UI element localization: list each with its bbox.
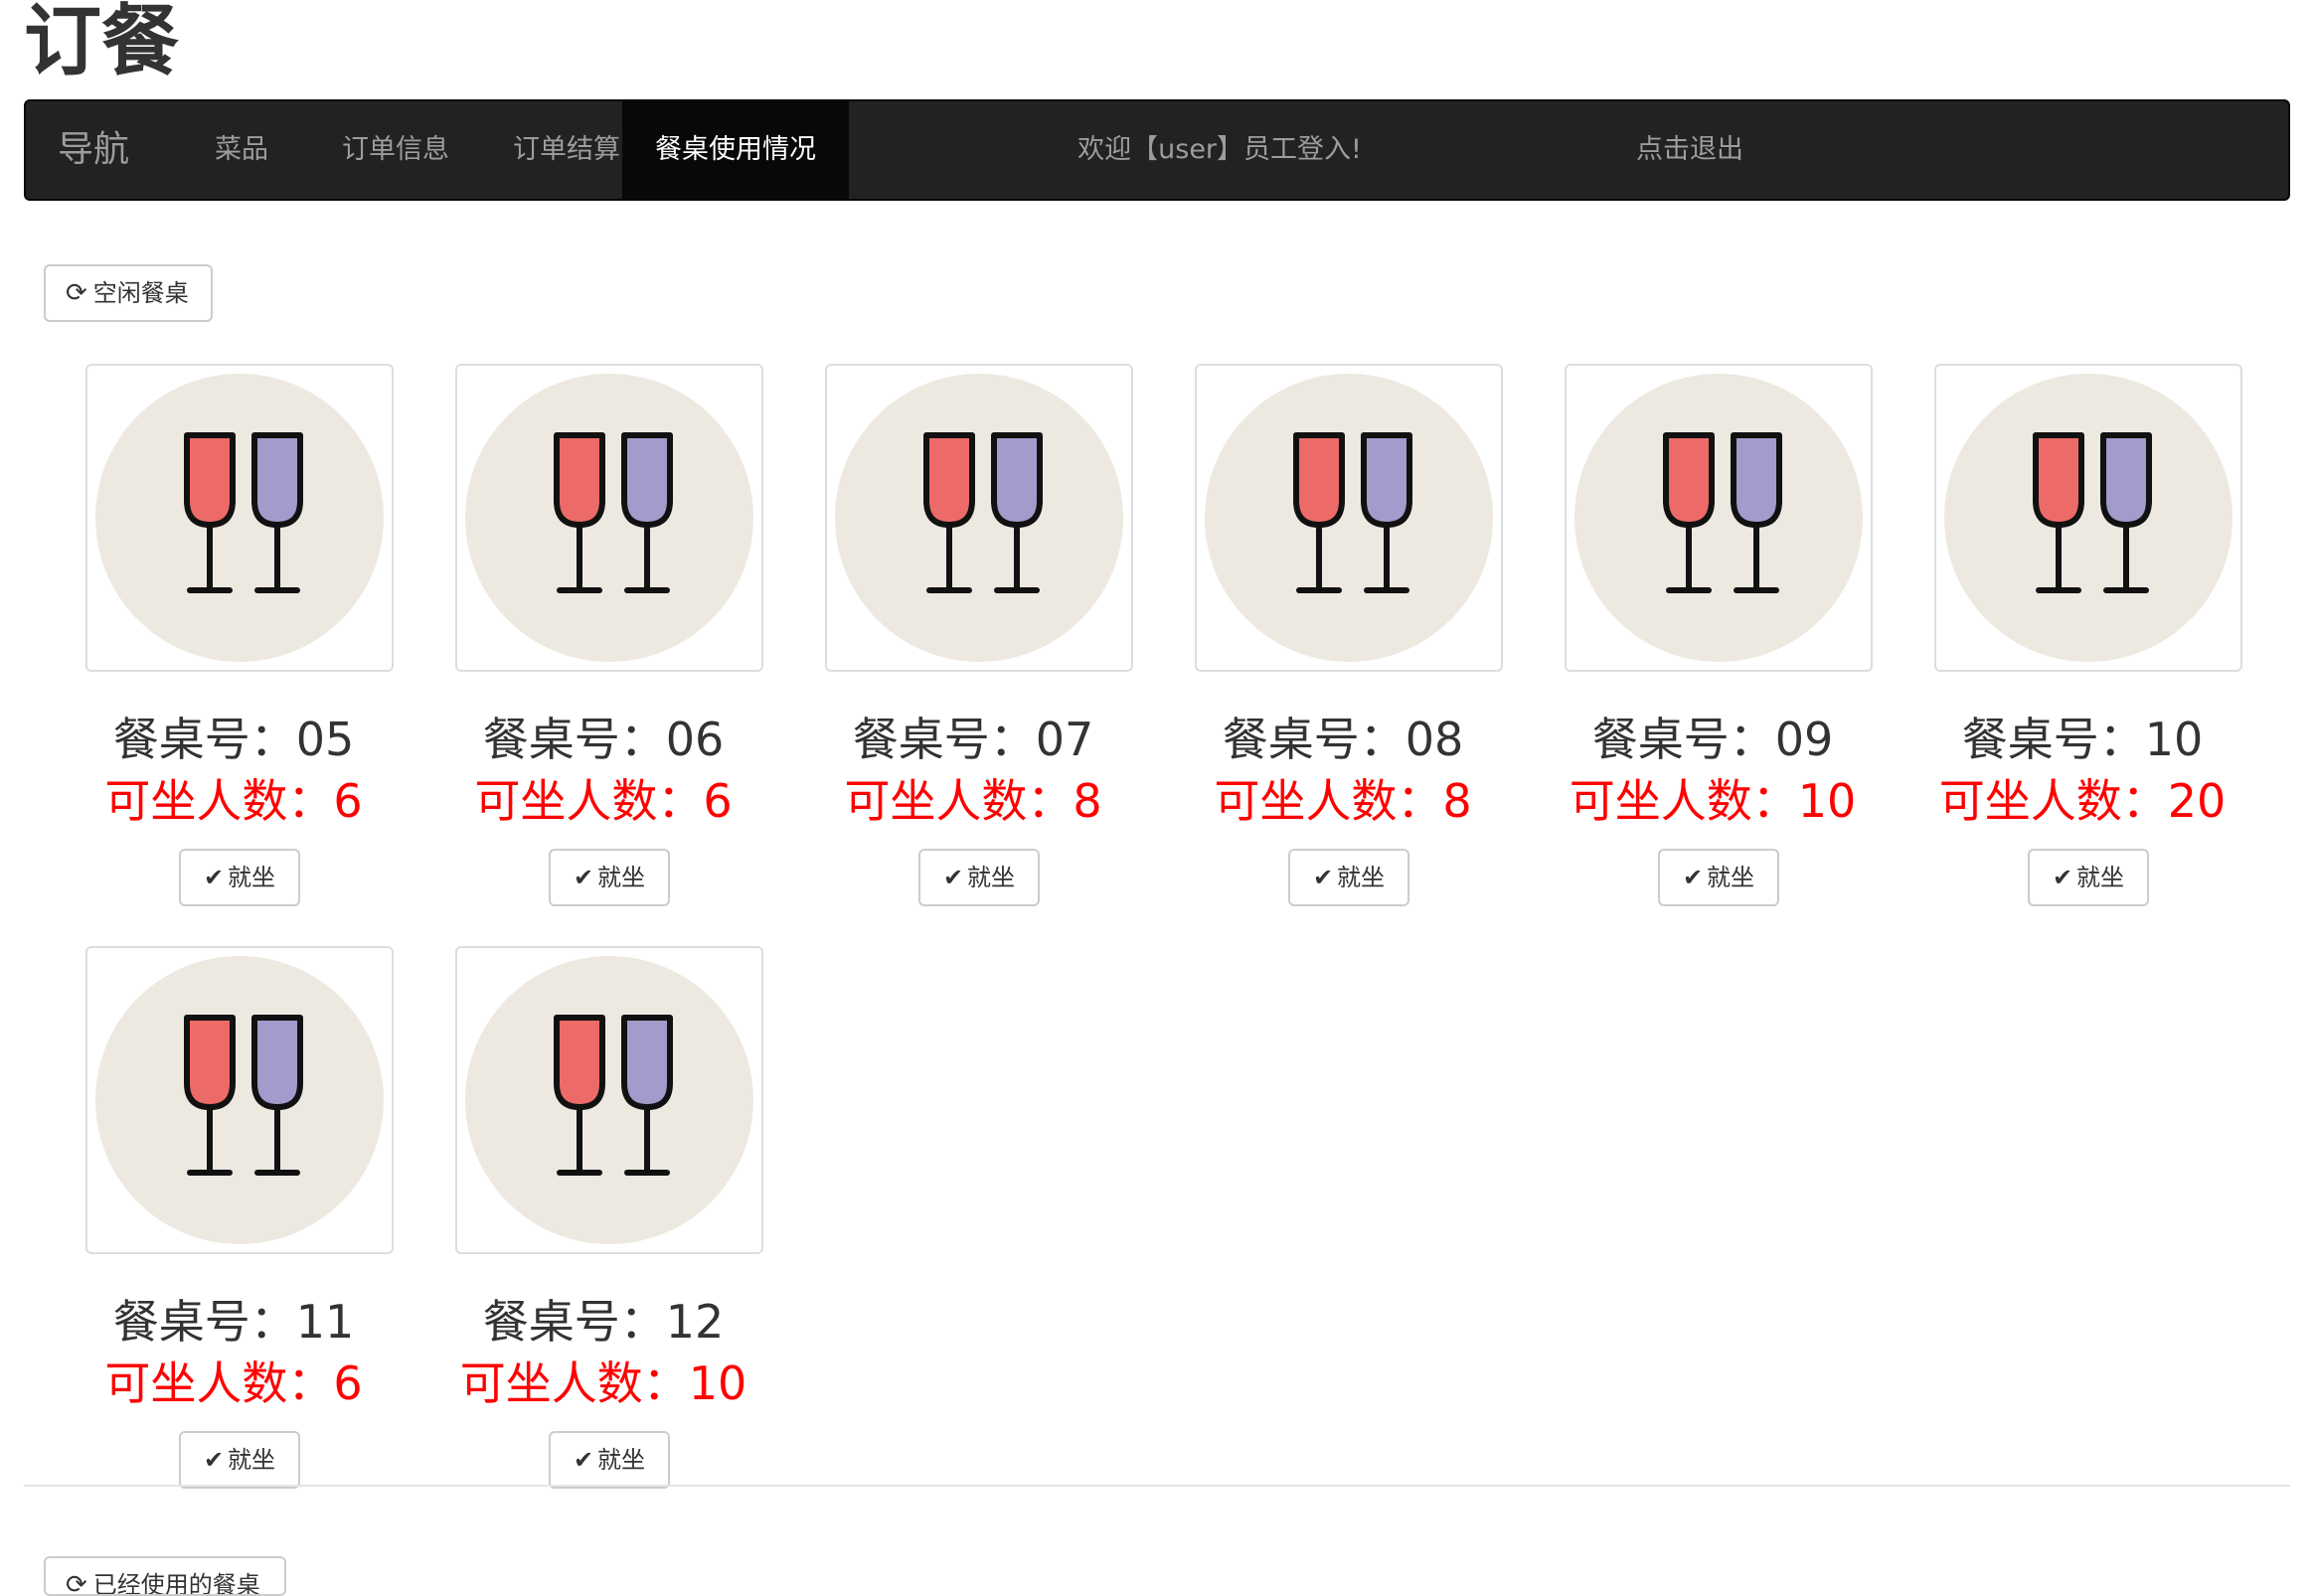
- table-card: 餐桌号：05 可坐人数：6 ✔ 就坐: [50, 364, 417, 940]
- seat-button-label: 就坐: [2076, 864, 2125, 891]
- table-number: 餐桌号：06: [482, 713, 725, 766]
- table-capacity: 可坐人数：10: [1569, 774, 1857, 828]
- logout-link[interactable]: 点击退出: [1620, 101, 1759, 199]
- table-number: 餐桌号：12: [482, 1295, 725, 1349]
- nav-item-table-usage[interactable]: 餐桌使用情况: [622, 101, 849, 199]
- seat-button-label: 就坐: [228, 1446, 276, 1474]
- check-icon: ✔: [2052, 864, 2073, 891]
- table-card: 餐桌号：10 可坐人数：20 ✔ 就坐: [1899, 364, 2266, 940]
- table-capacity: 可坐人数：20: [1938, 774, 2227, 828]
- wine-glasses-icon: [95, 956, 384, 1244]
- table-card: 餐桌号：06 可坐人数：6 ✔ 就坐: [419, 364, 787, 940]
- table-card: 餐桌号：08 可坐人数：8 ✔ 就坐: [1159, 364, 1527, 940]
- check-icon: ✔: [1312, 864, 1334, 891]
- table-capacity: 可坐人数：6: [474, 774, 733, 828]
- refresh-icon: ⟳: [66, 278, 87, 308]
- table-capacity: 可坐人数：6: [104, 1357, 363, 1410]
- seat-button[interactable]: ✔ 就坐: [179, 849, 300, 906]
- table-card: 餐桌号：07 可坐人数：8 ✔ 就坐: [789, 364, 1157, 940]
- check-icon: ✔: [203, 864, 225, 891]
- check-icon: ✔: [573, 864, 594, 891]
- table-capacity: 可坐人数：6: [104, 774, 363, 828]
- free-tables-label: 空闲餐桌: [92, 279, 189, 307]
- table-card: 餐桌号：09 可坐人数：10 ✔ 就坐: [1529, 364, 1897, 940]
- nav-brand[interactable]: 导航: [58, 101, 129, 199]
- seat-button[interactable]: ✔ 就坐: [549, 849, 670, 906]
- table-image: [1195, 364, 1503, 672]
- navbar: 导航 菜品 订单信息 订单结算 餐桌使用情况 欢迎【user】员工登入! 点击退…: [24, 99, 2290, 201]
- wine-glasses-icon: [1205, 374, 1493, 662]
- check-icon: ✔: [942, 864, 964, 891]
- table-image: [1565, 364, 1873, 672]
- table-capacity: 可坐人数：8: [844, 774, 1102, 828]
- seat-button-label: 就坐: [1707, 864, 1755, 891]
- seat-button[interactable]: ✔ 就坐: [1658, 849, 1779, 906]
- check-icon: ✔: [1682, 864, 1704, 891]
- table-card: 餐桌号：12 可坐人数：10 ✔ 就坐: [419, 946, 787, 1522]
- check-icon: ✔: [203, 1446, 225, 1474]
- table-image: [825, 364, 1133, 672]
- table-number: 餐桌号：09: [1591, 713, 1834, 766]
- wine-glasses-icon: [465, 956, 753, 1244]
- app-title: 订餐: [24, 0, 180, 86]
- wine-glasses-icon: [1944, 374, 2233, 662]
- check-icon: ✔: [573, 1446, 594, 1474]
- seat-button-label: 就坐: [967, 864, 1016, 891]
- wine-glasses-icon: [465, 374, 753, 662]
- seat-button-label: 就坐: [597, 864, 646, 891]
- table-image: [85, 364, 394, 672]
- table-number: 餐桌号：07: [852, 713, 1094, 766]
- used-tables-button[interactable]: ⟳ 已经使用的餐桌: [44, 1556, 286, 1596]
- used-tables-label: 已经使用的餐桌: [92, 1571, 260, 1596]
- free-tables-button[interactable]: ⟳ 空闲餐桌: [44, 264, 213, 322]
- table-capacity: 可坐人数：8: [1214, 774, 1472, 828]
- seat-button-label: 就坐: [597, 1446, 646, 1474]
- table-card: 餐桌号：11 可坐人数：6 ✔ 就坐: [50, 946, 417, 1522]
- refresh-icon: ⟳: [66, 1570, 87, 1596]
- seat-button[interactable]: ✔ 就坐: [179, 1431, 300, 1489]
- seat-button-label: 就坐: [1337, 864, 1386, 891]
- table-capacity: 可坐人数：10: [459, 1357, 747, 1410]
- table-number: 餐桌号：08: [1222, 713, 1464, 766]
- table-image: [455, 364, 763, 672]
- table-number: 餐桌号：10: [1961, 713, 2204, 766]
- seat-button-label: 就坐: [228, 864, 276, 891]
- wine-glasses-icon: [1574, 374, 1863, 662]
- wine-glasses-icon: [95, 374, 384, 662]
- table-number: 餐桌号：05: [112, 713, 355, 766]
- seat-button[interactable]: ✔ 就坐: [918, 849, 1040, 906]
- table-image: [85, 946, 394, 1254]
- welcome-text: 欢迎【user】员工登入!: [1077, 134, 1362, 165]
- table-image: [1934, 364, 2242, 672]
- seat-button[interactable]: ✔ 就坐: [1288, 849, 1409, 906]
- seat-button[interactable]: ✔ 就坐: [549, 1431, 670, 1489]
- wine-glasses-icon: [835, 374, 1123, 662]
- nav-item-dishes[interactable]: 菜品: [173, 101, 310, 199]
- table-image: [455, 946, 763, 1254]
- table-number: 餐桌号：11: [112, 1295, 355, 1349]
- seat-button[interactable]: ✔ 就坐: [2028, 849, 2149, 906]
- nav-item-order-info[interactable]: 订单信息: [310, 101, 481, 199]
- section-divider: [24, 1485, 2290, 1487]
